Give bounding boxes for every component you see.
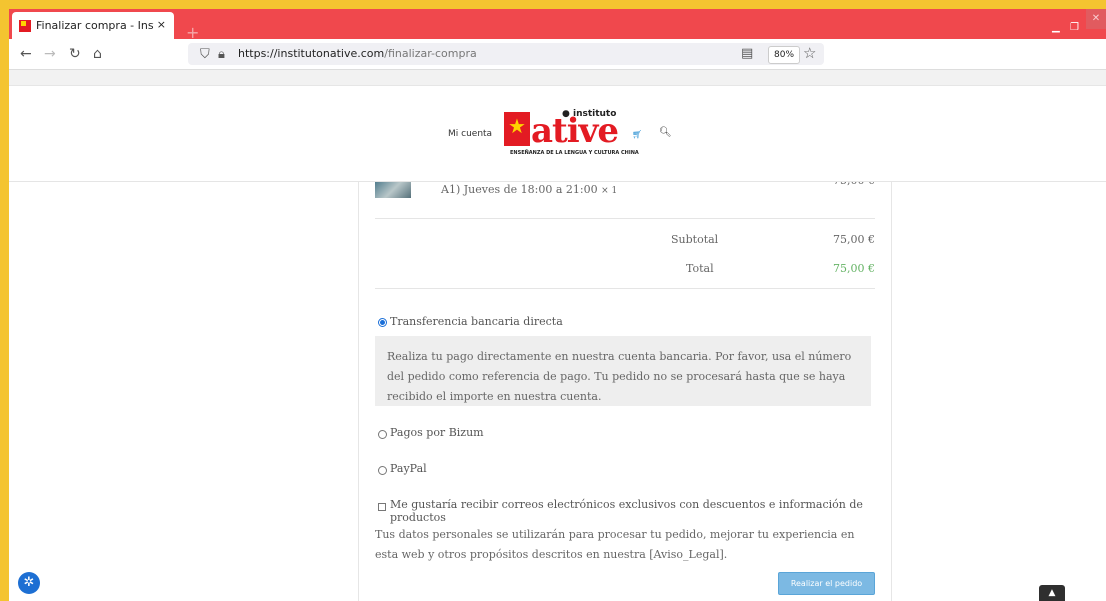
star-icon: ★ [508,114,526,138]
bookmark-star-icon[interactable]: ☆ [803,44,816,62]
bank-transfer-label[interactable]: Transferencia bancaria directa [390,315,563,328]
privacy-notice: Tus datos personales se utilizarán para … [375,528,855,561]
search-icon[interactable]: 🔍︎ [659,127,672,138]
restore-icon[interactable]: ❐ [1070,22,1079,33]
lock-icon[interactable]: 🔒︎ [218,47,225,62]
accessibility-icon[interactable]: ✲ [18,572,40,594]
cart-icon[interactable]: 🛒︎ [632,130,642,139]
paypal-radio[interactable] [378,466,387,475]
newsletter-checkbox[interactable] [378,503,386,511]
subtotal-value: 75,00 € [833,233,875,246]
site-favicon-icon [19,20,31,32]
site-logo[interactable]: ★ ative ● instituto ENSEÑANZA DE LA LENG… [504,109,639,158]
zoom-level[interactable]: 80% [768,46,801,64]
divider [375,218,875,219]
forward-icon[interactable]: → [44,46,56,62]
navigation-bar: ← → ↻ ⌂ ⛉ 🔒︎ https://institutonative.com… [9,39,1106,70]
logo-subtitle: ● instituto [562,109,617,119]
paypal-label[interactable]: PayPal [390,462,427,475]
total-value: 75,00 € [833,262,875,275]
tab-bar: Finalizar compra - Instituto Nati × + ▁ … [9,9,1106,42]
web-page: Mi cuenta ★ ative ● instituto ENSEÑANZA … [9,70,1106,601]
close-tab-icon[interactable]: × [157,18,166,31]
url-text[interactable]: https://institutonative.com/finalizar-co… [238,47,477,60]
bizum-label[interactable]: Pagos por Bizum [390,426,484,439]
top-band [9,70,1106,86]
tab-title: Finalizar compra - Instituto Nati [36,19,154,32]
site-header: Mi cuenta ★ ative ● instituto ENSEÑANZA … [9,85,1106,182]
newsletter-label[interactable]: Me gustaría recibir correos electrónicos… [390,498,891,524]
divider [375,288,875,289]
scroll-to-top-button[interactable]: ▲ [1039,585,1065,601]
place-order-button[interactable]: Realizar el pedido [778,572,875,595]
minimize-icon[interactable]: ▁ [1052,22,1060,33]
address-bar[interactable]: ⛉ 🔒︎ https://institutonative.com/finaliz… [188,43,824,65]
reload-icon[interactable]: ↻ [69,46,81,62]
reader-view-icon[interactable]: ▤ [741,46,753,61]
close-window-icon[interactable]: ✕ [1086,9,1106,29]
logo-text: ative [531,111,619,151]
shield-icon[interactable]: ⛉ [200,47,210,62]
bank-transfer-radio[interactable] [378,318,387,327]
browser-tab[interactable]: Finalizar compra - Instituto Nati × [12,12,174,39]
total-label: Total [686,262,714,275]
bank-transfer-info-text: Realiza tu pago directamente en nuestra … [387,350,852,403]
bizum-radio[interactable] [378,430,387,439]
back-icon[interactable]: ← [20,46,32,62]
bank-transfer-info: Realiza tu pago directamente en nuestra … [375,336,871,406]
subtotal-label: Subtotal [671,233,719,246]
logo-tagline: ENSEÑANZA DE LA LENGUA Y CULTURA CHINA [510,150,639,156]
home-icon[interactable]: ⌂ [93,46,102,62]
my-account-link[interactable]: Mi cuenta [448,129,492,139]
order-item-description: A1) Jueves de 18:00 a 21:00 × 1 [441,183,618,196]
